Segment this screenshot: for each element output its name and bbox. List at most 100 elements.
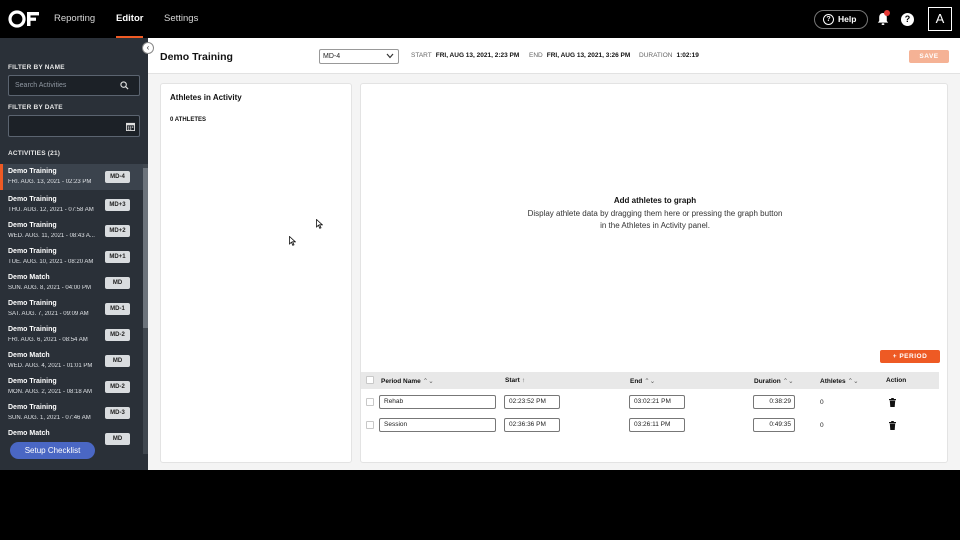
help-circle-icon: ?: [823, 14, 834, 25]
md-select[interactable]: MD-4: [319, 49, 399, 64]
athletes-panel: Athletes in Activity 0 ATHLETES: [160, 83, 352, 463]
graph-panel[interactable]: Add athletes to graph Display athlete da…: [360, 83, 948, 463]
period-duration-input[interactable]: 0:49:35: [753, 418, 795, 432]
activity-date: TUE. AUG. 10, 2021 - 08:20 AM: [8, 259, 94, 265]
col-end[interactable]: End ⌃⌄: [630, 377, 655, 385]
nav-editor[interactable]: Editor: [116, 0, 144, 38]
duration-value: 1:02:19: [676, 52, 699, 59]
activity-md-badge: MD+1: [105, 251, 130, 263]
activity-date: SAT. AUG. 7, 2021 - 09:09 AM: [8, 311, 89, 317]
question-icon[interactable]: ?: [901, 13, 914, 26]
activity-md-badge: MD-2: [105, 381, 130, 393]
chevron-down-icon: [386, 53, 394, 59]
orreco-logo-icon[interactable]: [8, 9, 44, 29]
activity-item[interactable]: Demo Training FRI. AUG. 13, 2021 - 02:23…: [0, 164, 143, 190]
start-label: START: [411, 52, 432, 59]
activity-name: Demo Training: [8, 248, 57, 255]
search-input[interactable]: Search Activities: [8, 75, 140, 96]
activities-count-label: ACTIVITIES (21): [8, 150, 61, 157]
col-action: Action: [886, 377, 907, 384]
activity-date: FRI. AUG. 6, 2021 - 08:54 AM: [8, 337, 88, 343]
activity-date: WED. AUG. 11, 2021 - 08:43 A...: [8, 233, 95, 239]
activity-item[interactable]: Demo Training TUE. AUG. 10, 2021 - 08:20…: [0, 244, 143, 270]
md-select-value: MD-4: [323, 53, 341, 60]
sort-icon: ⌃⌄: [422, 378, 434, 385]
period-athletes-count: 0: [820, 422, 824, 429]
period-start-input[interactable]: 02:36:36 PM: [504, 418, 560, 432]
period-duration-input[interactable]: 0:38:29: [753, 395, 795, 409]
col-start[interactable]: Start ↑: [505, 377, 525, 384]
avatar[interactable]: A: [928, 7, 952, 31]
col-duration[interactable]: Duration ⌃⌄: [754, 377, 794, 385]
row-checkbox[interactable]: [366, 398, 374, 406]
period-athletes-count: 0: [820, 399, 824, 406]
calendar-icon[interactable]: [126, 122, 135, 131]
sort-up-icon: ↑: [521, 377, 526, 384]
save-button[interactable]: SAVE: [909, 50, 949, 63]
activity-item[interactable]: Demo Training SAT. AUG. 7, 2021 - 09:09 …: [0, 296, 143, 322]
activity-item[interactable]: Demo Training WED. AUG. 11, 2021 - 08:43…: [0, 218, 143, 244]
activity-date: MON. AUG. 2, 2021 - 08:18 AM: [8, 389, 93, 395]
trash-icon[interactable]: [889, 398, 896, 407]
activity-name: Demo Training: [8, 378, 57, 385]
col-athletes[interactable]: Athletes ⌃⌄: [820, 377, 859, 385]
activity-item[interactable]: Demo Match WED. AUG. 4, 2021 - 01:01 PM …: [0, 348, 143, 374]
nav-settings[interactable]: Settings: [164, 0, 198, 38]
help-label: Help: [838, 14, 857, 24]
activity-date: FRI. AUG. 13, 2021 - 02:23 PM: [8, 179, 92, 185]
filter-by-date-label: FILTER BY DATE: [8, 104, 63, 111]
activity-item[interactable]: Demo Training THU. AUG. 12, 2021 - 07:58…: [0, 192, 143, 218]
help-button[interactable]: ? Help: [814, 10, 868, 29]
activity-name: Demo Match: [8, 430, 50, 437]
graph-empty-title: Add athletes to graph: [613, 196, 697, 205]
col-period-name-label: Period Name: [381, 378, 421, 385]
end-label: END: [529, 52, 543, 59]
sidebar-scrollbar[interactable]: [143, 164, 148, 454]
activity-name: Demo Training: [8, 300, 57, 307]
activity-item[interactable]: Demo Match SUN. AUG. 8, 2021 - 04:00 PM …: [0, 270, 143, 296]
col-period-name[interactable]: Period Name ⌃⌄: [381, 377, 434, 385]
setup-checklist-button[interactable]: Setup Checklist: [10, 442, 95, 459]
athletes-panel-title: Athletes in Activity: [170, 93, 242, 102]
end-value: FRI, AUG 13, 2021, 3:26 PM: [546, 52, 631, 59]
activity-md-badge: MD+2: [105, 225, 130, 237]
period-name-input[interactable]: Session: [379, 418, 496, 432]
activity-md-badge: MD: [105, 277, 130, 289]
activity-name: Demo Training: [8, 196, 57, 203]
collapse-sidebar-button[interactable]: ‹: [142, 42, 154, 54]
activity-md-badge: MD+3: [105, 199, 130, 211]
period-name-input[interactable]: Rehab: [379, 395, 496, 409]
trash-icon[interactable]: [889, 421, 896, 430]
activity-md-badge: MD-2: [105, 329, 130, 341]
athletes-count: 0 ATHLETES: [170, 117, 207, 123]
sidebar: FILTER BY NAME Search Activities FILTER …: [0, 38, 148, 470]
row-checkbox[interactable]: [366, 421, 374, 429]
period-start-input[interactable]: 02:23:52 PM: [504, 395, 560, 409]
activity-item[interactable]: Demo Training FRI. AUG. 6, 2021 - 08:54 …: [0, 322, 143, 348]
add-period-label: PERIOD: [899, 353, 928, 360]
add-period-button[interactable]: + PERIOD: [880, 350, 940, 363]
date-filter-input[interactable]: [8, 115, 140, 137]
app-window: Reporting Editor Settings ? Help ? A FIL…: [0, 0, 960, 470]
period-end-input[interactable]: 03:26:11 PM: [629, 418, 685, 432]
activity-name: Demo Training: [8, 326, 57, 333]
activity-date: SUN. AUG. 1, 2021 - 07:46 AM: [8, 415, 91, 421]
selected-indicator: [0, 164, 3, 190]
graph-empty-description: Display athlete data by dragging them he…: [527, 209, 783, 230]
select-all-checkbox[interactable]: [366, 376, 374, 384]
filter-by-name-label: FILTER BY NAME: [8, 64, 65, 71]
start-value: FRI, AUG 13, 2021, 2:23 PM: [435, 52, 520, 59]
activity-item[interactable]: Demo Training MON. AUG. 2, 2021 - 08:18 …: [0, 374, 143, 400]
activity-md-badge: MD-3: [105, 407, 130, 419]
nav-reporting[interactable]: Reporting: [54, 0, 95, 38]
sort-icon: ⌃⌄: [644, 378, 656, 385]
col-start-label: Start: [505, 377, 520, 384]
scrollbar-thumb[interactable]: [143, 168, 148, 328]
periods-table-header: Period Name ⌃⌄ Start ↑ End ⌃⌄ Duration ⌃⌄ At…: [361, 372, 939, 389]
sort-icon: ⌃⌄: [847, 378, 859, 385]
activity-name: Demo Training: [8, 222, 57, 229]
col-end-label: End: [630, 378, 643, 385]
activity-item[interactable]: Demo Training SUN. AUG. 1, 2021 - 07:46 …: [0, 400, 143, 426]
mouse-cursor-icon: [289, 236, 296, 246]
period-end-input[interactable]: 03:02:21 PM: [629, 395, 685, 409]
